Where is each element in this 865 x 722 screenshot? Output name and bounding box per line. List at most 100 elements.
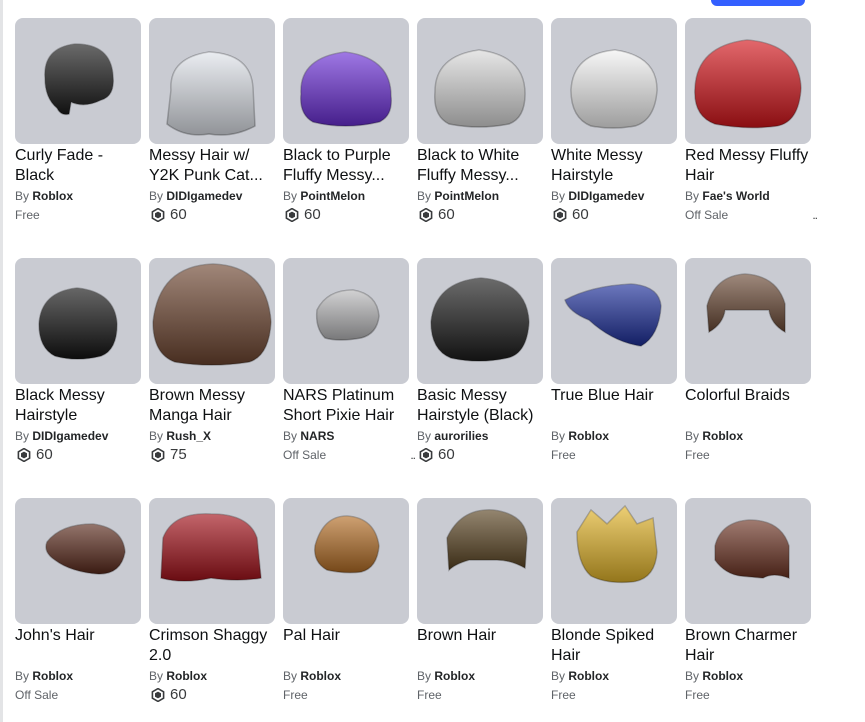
item-card[interactable]: Messy Hair w/ Y2K Punk Cat... By DIDIgame… [149, 18, 275, 225]
item-name[interactable]: NARS Platinum Short Pixie Hair [283, 386, 409, 426]
item-thumbnail[interactable] [417, 258, 543, 384]
item-name[interactable]: Black Messy Hairstyle [15, 386, 141, 426]
by-label: By [551, 429, 566, 443]
item-name[interactable]: True Blue Hair [551, 386, 677, 426]
item-name[interactable]: Blonde Spiked Hair [551, 626, 677, 666]
item-card[interactable]: White Messy Hairstyle By DIDIgamedev 60 [551, 18, 677, 225]
left-divider [0, 0, 3, 722]
item-name[interactable]: Red Messy Fluffy Hair [685, 146, 811, 186]
item-name[interactable]: Basic Messy Hairstyle (Black) [417, 386, 543, 426]
creator-name[interactable]: Roblox [32, 189, 73, 203]
creator-name[interactable]: Roblox [166, 669, 207, 683]
by-label: By [551, 189, 566, 203]
item-thumbnail[interactable] [417, 18, 543, 144]
item-thumbnail[interactable] [685, 498, 811, 624]
by-label: By [283, 669, 298, 683]
item-card[interactable]: Blonde Spiked Hair By Roblox Free [551, 498, 677, 705]
item-name[interactable]: Brown Hair [417, 626, 543, 666]
item-thumbnail[interactable] [551, 18, 677, 144]
item-name[interactable]: White Messy Hairstyle [551, 146, 677, 186]
item-name[interactable]: Black to Purple Fluffy Messy... [283, 146, 409, 186]
creator-name[interactable]: PointMelon [434, 189, 499, 203]
creator-name[interactable]: Roblox [568, 429, 609, 443]
item-creator: By Roblox [149, 668, 275, 684]
item-thumbnail[interactable] [685, 18, 811, 144]
white-messy-hair-icon [570, 49, 658, 129]
item-card[interactable]: Pal Hair By Roblox Free [283, 498, 409, 705]
item-card[interactable]: Curly Fade - Black By Roblox Free [15, 18, 141, 225]
item-price: Off Sale [283, 445, 409, 465]
more-options-icon[interactable]: .. [812, 208, 818, 222]
item-creator: By NARS [283, 428, 409, 444]
creator-name[interactable]: Roblox [300, 669, 341, 683]
item-card[interactable]: Black to White Fluffy Messy... By PointMe… [417, 18, 543, 225]
item-card[interactable]: Brown Hair By Roblox Free [417, 498, 543, 705]
item-thumbnail[interactable] [685, 258, 811, 384]
item-thumbnail[interactable] [283, 258, 409, 384]
creator-name[interactable]: Roblox [702, 669, 743, 683]
item-thumbnail[interactable] [15, 498, 141, 624]
robux-icon [285, 208, 299, 222]
item-card[interactable]: Brown Charmer Hair By Roblox Free [685, 498, 811, 705]
item-card[interactable]: Crimson Shaggy 2.0 By Roblox 60 [149, 498, 275, 705]
item-card[interactable]: NARS Platinum Short Pixie Hair By NARS Off… [283, 258, 416, 465]
item-thumbnail[interactable] [149, 258, 275, 384]
creator-name[interactable]: Roblox [32, 669, 73, 683]
item-price: Free [551, 445, 677, 465]
item-name[interactable]: Brown Charmer Hair [685, 626, 811, 666]
price-value: Free [551, 448, 576, 462]
item-name[interactable]: Curly Fade - Black [15, 146, 141, 186]
creator-name[interactable]: PointMelon [300, 189, 365, 203]
by-label: By [685, 189, 700, 203]
item-price: Free [417, 685, 543, 705]
brown-charmer-hair-icon [714, 519, 790, 580]
creator-name[interactable]: Rush_X [166, 429, 211, 443]
price-value: 60 [170, 686, 187, 703]
creator-name[interactable]: aurorilies [434, 429, 488, 443]
creator-name[interactable]: Fae's World [702, 189, 769, 203]
item-thumbnail[interactable] [417, 498, 543, 624]
item-thumbnail[interactable] [15, 258, 141, 384]
item-thumbnail[interactable] [15, 18, 141, 144]
black-white-hair-icon [434, 49, 526, 128]
item-name[interactable]: Colorful Braids [685, 386, 811, 426]
item-creator: By PointMelon [283, 188, 409, 204]
item-card[interactable]: Black Messy Hairstyle By DIDIgamedev 60 [15, 258, 141, 465]
white-cat-beanie-hair-icon [166, 51, 256, 136]
item-thumbnail[interactable] [283, 498, 409, 624]
item-card[interactable]: Colorful Braids By Roblox Free [685, 258, 811, 465]
item-name[interactable]: John's Hair [15, 626, 141, 666]
item-name[interactable]: Pal Hair [283, 626, 409, 666]
creator-name[interactable]: DIDIgamedev [568, 189, 644, 203]
red-messy-hair-icon [694, 39, 802, 129]
item-card[interactable]: True Blue Hair By Roblox Free [551, 258, 677, 465]
creator-name[interactable]: Roblox [702, 429, 743, 443]
item-name[interactable]: Messy Hair w/ Y2K Punk Cat... [149, 146, 275, 186]
item-price: Off Sale [685, 205, 811, 225]
item-thumbnail[interactable] [149, 18, 275, 144]
price-value: Off Sale [283, 448, 327, 462]
creator-name[interactable]: DIDIgamedev [166, 189, 242, 203]
item-price: 60 [283, 205, 409, 225]
item-thumbnail[interactable] [283, 18, 409, 144]
item-name[interactable]: Black to White Fluffy Messy... [417, 146, 543, 186]
creator-name[interactable]: Roblox [434, 669, 475, 683]
price-value: 60 [438, 206, 455, 223]
item-thumbnail[interactable] [551, 498, 677, 624]
item-name[interactable]: Brown Messy Manga Hair [149, 386, 275, 426]
item-price: Free [283, 685, 409, 705]
creator-name[interactable]: Roblox [568, 669, 609, 683]
more-options-icon[interactable]: .. [410, 448, 416, 462]
item-card[interactable]: Brown Messy Manga Hair By Rush_X 75 [149, 258, 275, 465]
item-card[interactable]: Basic Messy Hairstyle (Black) By aurorili… [417, 258, 543, 465]
item-creator: By Roblox [685, 668, 811, 684]
item-thumbnail[interactable] [149, 498, 275, 624]
creator-name[interactable]: DIDIgamedev [32, 429, 108, 443]
creator-name[interactable]: NARS [300, 429, 334, 443]
item-card[interactable]: Black to Purple Fluffy Messy... By PointM… [283, 18, 409, 225]
item-name[interactable]: Crimson Shaggy 2.0 [149, 626, 275, 666]
item-thumbnail[interactable] [551, 258, 677, 384]
item-card[interactable]: Red Messy Fluffy Hair By Fae's World Off S… [685, 18, 818, 225]
top-action-button[interactable] [711, 0, 805, 6]
item-card[interactable]: John's Hair By Roblox Off Sale [15, 498, 141, 705]
